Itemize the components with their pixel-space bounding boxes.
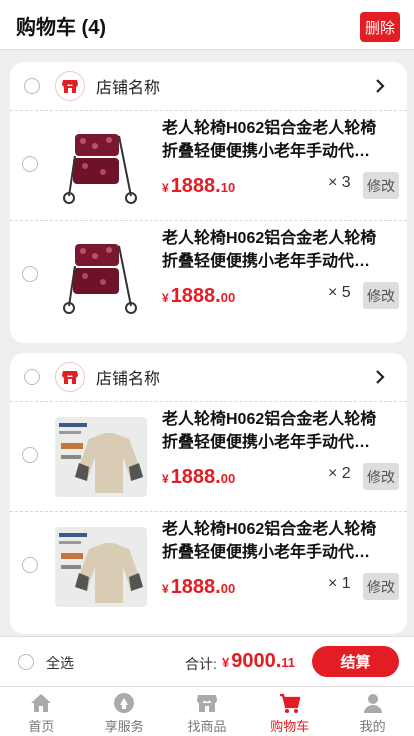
- checkout-button[interactable]: 结算: [312, 646, 399, 677]
- select-all-radio[interactable]: [18, 654, 34, 670]
- product-quantity: × 3: [328, 174, 351, 191]
- product-image-walker[interactable]: [55, 236, 147, 316]
- shop-card: 店铺名称 老人轮椅H062铝合金老人轮椅折叠轻便便携小老年手动代… ¥1888.…: [10, 62, 407, 343]
- product-title[interactable]: 老人轮椅H062铝合金老人轮椅折叠轻便便携小老年手动代…: [162, 518, 387, 564]
- service-icon: [114, 693, 135, 713]
- product-price: ¥1888.00: [162, 285, 236, 307]
- total-label: 合计:: [185, 656, 217, 672]
- home-icon: [31, 694, 52, 712]
- tab-label: 我的: [359, 719, 386, 734]
- page-title: 购物车 (4): [16, 17, 106, 39]
- item-select-radio[interactable]: [22, 557, 38, 573]
- bottom-tab-bar: 首页 享服务 找商品 购物车 我的: [0, 686, 414, 736]
- cart-icon: [279, 693, 301, 713]
- shop-select-radio[interactable]: [24, 369, 40, 385]
- tab-profile[interactable]: 我的: [331, 687, 414, 736]
- store-icon: [196, 695, 217, 712]
- product-image-sweater[interactable]: [55, 417, 147, 497]
- tab-label: 享服务: [104, 719, 144, 734]
- product-price: ¥1888.00: [162, 466, 236, 488]
- tab-label: 购物车: [270, 719, 310, 734]
- chevron-right-icon[interactable]: [371, 77, 389, 95]
- tab-products[interactable]: 找商品: [166, 687, 249, 736]
- cart-item: 老人轮椅H062铝合金老人轮椅折叠轻便便携小老年手动代… ¥1888.00 × …: [10, 221, 407, 331]
- shop-icon: [55, 71, 85, 101]
- header-bar: 购物车 (4) 删除: [0, 0, 414, 50]
- shop-name: 店铺名称: [96, 371, 161, 388]
- user-icon: [363, 694, 382, 713]
- edit-button[interactable]: 修改: [363, 282, 399, 309]
- cart-item: 老人轮椅H062铝合金老人轮椅折叠轻便便携小老年手动代… ¥1888.00 × …: [10, 402, 407, 512]
- shop-header[interactable]: 店铺名称: [10, 62, 407, 111]
- product-title[interactable]: 老人轮椅H062铝合金老人轮椅折叠轻便便携小老年手动代…: [162, 408, 387, 454]
- total-price: ¥9000.11: [222, 650, 296, 672]
- item-select-radio[interactable]: [22, 447, 38, 463]
- product-image-walker[interactable]: [55, 126, 147, 206]
- checkout-bar: 全选 合计: ¥9000.11 结算: [0, 636, 414, 686]
- product-title[interactable]: 老人轮椅H062铝合金老人轮椅折叠轻便便携小老年手动代…: [162, 227, 387, 273]
- chevron-right-icon[interactable]: [371, 368, 389, 386]
- shop-name: 店铺名称: [96, 80, 161, 97]
- tab-label: 找商品: [187, 719, 227, 734]
- tab-label: 首页: [28, 719, 55, 734]
- product-quantity: × 1: [328, 575, 351, 592]
- product-title[interactable]: 老人轮椅H062铝合金老人轮椅折叠轻便便携小老年手动代…: [162, 117, 387, 163]
- tab-home[interactable]: 首页: [0, 687, 83, 736]
- shop-icon: [55, 362, 85, 392]
- cart-item: 老人轮椅H062铝合金老人轮椅折叠轻便便携小老年手动代… ¥1888.00 × …: [10, 512, 407, 622]
- edit-button[interactable]: 修改: [363, 172, 399, 199]
- edit-button[interactable]: 修改: [363, 463, 399, 490]
- product-image-sweater[interactable]: [55, 527, 147, 607]
- shop-header[interactable]: 店铺名称: [10, 353, 407, 402]
- cart-item: 老人轮椅H062铝合金老人轮椅折叠轻便便携小老年手动代… ¥1888.10 × …: [10, 111, 407, 221]
- product-price: ¥1888.10: [162, 175, 236, 197]
- item-select-radio[interactable]: [22, 156, 38, 172]
- tab-service[interactable]: 享服务: [83, 687, 166, 736]
- select-all-label[interactable]: 全选: [46, 653, 74, 673]
- product-quantity: × 2: [328, 465, 351, 482]
- tab-cart[interactable]: 购物车: [248, 687, 331, 736]
- edit-button[interactable]: 修改: [363, 573, 399, 600]
- shop-select-radio[interactable]: [24, 78, 40, 94]
- item-select-radio[interactable]: [22, 266, 38, 282]
- product-price: ¥1888.00: [162, 576, 236, 598]
- delete-button[interactable]: 删除: [360, 12, 400, 42]
- shop-card: 店铺名称 老人轮椅H062铝合金老人轮椅折叠轻便便携小老年手动代… ¥1888.…: [10, 353, 407, 634]
- product-quantity: × 5: [328, 284, 351, 301]
